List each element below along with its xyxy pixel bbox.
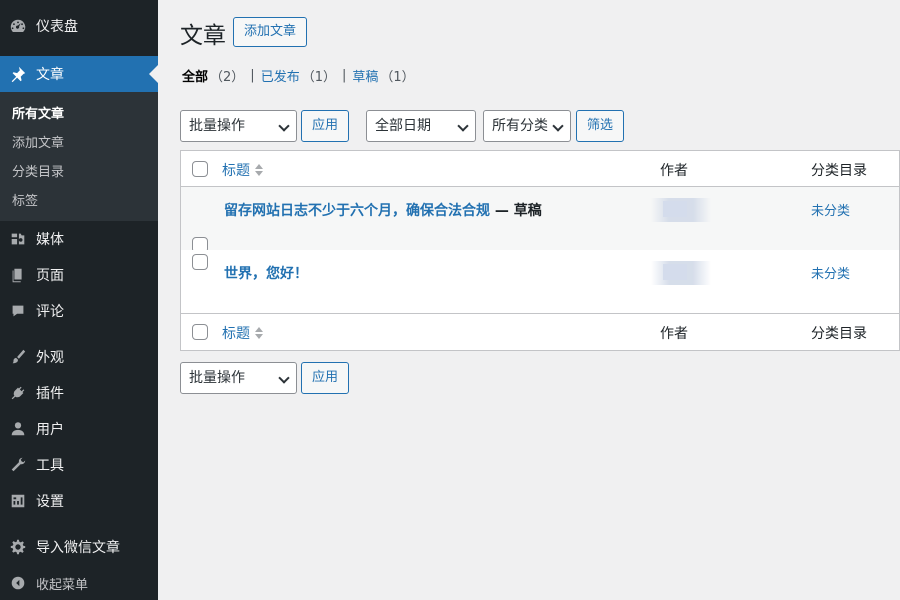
sidebar-item-plugins[interactable]: 插件: [0, 375, 158, 411]
category-link[interactable]: 未分类: [811, 263, 850, 282]
chevron-down-icon: [552, 120, 564, 132]
sidebar-item-label: 评论: [36, 304, 64, 320]
current-indicator: [149, 65, 158, 83]
sidebar-item-label: 工具: [36, 458, 64, 474]
sidebar-item-media[interactable]: 媒体: [0, 221, 158, 257]
separator: |: [341, 68, 347, 83]
submenu-item-tags[interactable]: 标签: [0, 187, 158, 216]
sidebar-item-label: 收起菜单: [36, 577, 89, 593]
posts-submenu: 所有文章 添加文章 分类目录 标签: [0, 92, 158, 221]
dashboard-icon: [0, 8, 36, 44]
date-filter-value: 全部日期: [375, 118, 431, 134]
date-filter-select[interactable]: 全部日期: [366, 110, 476, 142]
chevron-down-icon: [278, 120, 290, 132]
sidebar-item-label: 仪表盘: [36, 19, 78, 35]
column-author-footer: 作者: [660, 326, 688, 342]
column-author-header: 作者: [660, 163, 688, 179]
brush-icon: [0, 339, 36, 375]
filter-draft-link[interactable]: 草稿: [352, 66, 378, 85]
sidebar-item-posts[interactable]: 文章: [0, 56, 158, 92]
bulk-action-value: 批量操作: [189, 118, 245, 134]
published-count: （1）: [301, 70, 336, 85]
table-footer: 标题 作者 分类目录: [181, 313, 899, 350]
apply-button-top[interactable]: 应用: [301, 110, 350, 142]
column-title-sortable[interactable]: 标题: [222, 160, 264, 180]
post-title-link[interactable]: 留存网站日志不少于六个月，确保合法合规 — 草稿: [224, 200, 542, 220]
sidebar-item-label: 设置: [36, 494, 64, 510]
media-icon: [0, 221, 36, 257]
sidebar-item-label: 媒体: [36, 232, 64, 248]
sidebar-item-dashboard[interactable]: 仪表盘: [0, 8, 158, 44]
select-all-checkbox[interactable]: [192, 161, 208, 177]
page-title: 文章: [180, 23, 226, 49]
status-filter-links: 全部 （2） | 已发布 （1） | 草稿 （1）: [182, 66, 415, 85]
author-avatar-blurred: [651, 261, 711, 285]
post-title-text: 留存网站日志不少于六个月，确保合法合规: [224, 203, 490, 219]
collapse-icon: [0, 565, 36, 600]
column-title-sortable-footer[interactable]: 标题: [222, 323, 264, 343]
filter-all-link[interactable]: 全部: [182, 66, 208, 85]
collapse-menu-button[interactable]: 收起菜单: [0, 565, 158, 600]
submenu-item-add-post[interactable]: 添加文章: [0, 129, 158, 158]
post-title-link[interactable]: 世界，您好！: [224, 263, 308, 283]
page-icon: [0, 257, 36, 293]
table-header: 标题 作者 分类目录: [181, 151, 899, 187]
sidebar-item-label: 用户: [36, 422, 64, 438]
sidebar-item-settings[interactable]: 设置: [0, 483, 158, 519]
sidebar-item-comments[interactable]: 评论: [0, 293, 158, 329]
post-title-text: 世界，您好！: [224, 266, 308, 282]
bulk-action-value: 批量操作: [189, 370, 245, 386]
chevron-down-icon: [457, 120, 469, 132]
sidebar-item-pages[interactable]: 页面: [0, 257, 158, 293]
sort-icon: [255, 164, 263, 176]
bulk-action-select-bottom[interactable]: 批量操作: [180, 362, 297, 394]
comment-icon: [0, 293, 36, 329]
user-icon: [0, 411, 36, 447]
admin-sidebar: 仪表盘 文章 所有文章 添加文章 分类目录 标签 媒体 页面 评论 外观 插件 …: [0, 0, 158, 600]
add-new-post-button[interactable]: 添加文章: [233, 17, 308, 47]
sidebar-item-import-wechat[interactable]: 导入微信文章: [0, 529, 158, 565]
filter-published-link[interactable]: 已发布: [261, 66, 300, 85]
sidebar-item-label: 文章: [36, 67, 64, 83]
sidebar-item-label: 页面: [36, 268, 64, 284]
column-title-label: 标题: [222, 326, 250, 342]
sidebar-item-label: 导入微信文章: [36, 540, 120, 556]
sidebar-item-tools[interactable]: 工具: [0, 447, 158, 483]
column-title-label: 标题: [222, 163, 250, 179]
plugin-icon: [0, 375, 36, 411]
select-all-checkbox-footer[interactable]: [192, 324, 208, 340]
separator: |: [250, 68, 255, 83]
category-filter-value: 所有分类: [492, 118, 548, 134]
category-link[interactable]: 未分类: [811, 200, 850, 219]
author-avatar-blurred: [651, 198, 711, 222]
category-filter-select[interactable]: 所有分类: [483, 110, 571, 142]
wrench-icon: [0, 447, 36, 483]
pushpin-icon: [0, 56, 36, 92]
apply-button-bottom[interactable]: 应用: [301, 362, 350, 394]
main-content: 文章 添加文章 全部 （2） | 已发布 （1） | 草稿 （1） 批量操作 应…: [158, 0, 900, 600]
gear-icon: [0, 529, 36, 565]
filter-button[interactable]: 筛选: [576, 110, 625, 142]
row-checkbox[interactable]: [192, 254, 208, 270]
sidebar-item-appearance[interactable]: 外观: [0, 339, 158, 375]
sidebar-item-label: 插件: [36, 386, 64, 402]
post-state: — 草稿: [490, 203, 542, 219]
all-count: （2）: [210, 70, 245, 85]
draft-count: （1）: [380, 70, 415, 85]
sidebar-item-label: 外观: [36, 350, 64, 366]
chevron-down-icon: [278, 372, 290, 384]
submenu-item-categories[interactable]: 分类目录: [0, 158, 158, 187]
column-categories-header: 分类目录: [811, 163, 867, 179]
sidebar-item-users[interactable]: 用户: [0, 411, 158, 447]
table-row: 留存网站日志不少于六个月，确保合法合规 — 草稿 未分类: [181, 187, 899, 253]
settings-icon: [0, 483, 36, 519]
posts-table: 标题 作者 分类目录 留存网站日志不少于六个月，确保合法合规 — 草稿 未分类 …: [180, 150, 900, 351]
submenu-item-all-posts[interactable]: 所有文章: [0, 100, 158, 129]
column-categories-footer: 分类目录: [811, 326, 867, 342]
table-row: 世界，您好！ 未分类: [181, 250, 899, 313]
bulk-action-select-top[interactable]: 批量操作: [180, 110, 297, 142]
sort-icon: [255, 327, 263, 339]
